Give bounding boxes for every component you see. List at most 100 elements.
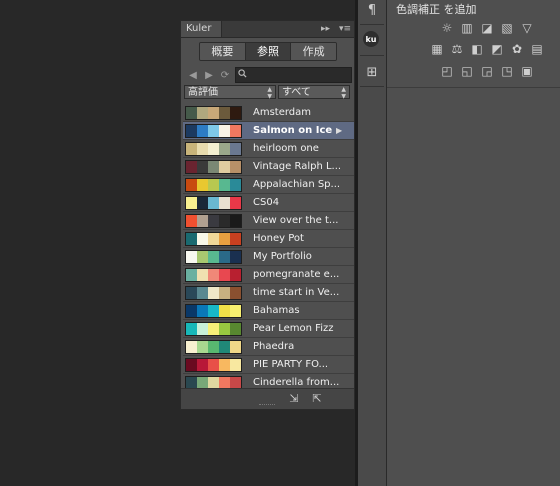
selective-color-glyph: ▣ — [521, 64, 533, 78]
curves-glyph: ◪ — [481, 21, 493, 35]
color-balance-icon[interactable]: ⚖ — [447, 40, 467, 58]
color-swatch — [230, 197, 241, 209]
selective-color-icon[interactable]: ▣ — [517, 62, 537, 80]
photo-filter-icon[interactable]: ◩ — [487, 40, 507, 58]
panel-menu-button[interactable]: ▾≡ — [339, 21, 351, 37]
kuler-panel: Kuler ▸▸ ▾≡ 概要 参照 作成 ◀ ▶ ⟳ 高評価 ▲ ▼ すべて ▲ ▼… — [180, 20, 355, 410]
color-swatch — [219, 359, 230, 371]
color-swatch — [208, 323, 219, 335]
color-swatch — [219, 233, 230, 245]
collapse-panel-button[interactable]: ▸▸ — [321, 21, 330, 37]
theme-row[interactable]: Appalachian Sp... — [183, 176, 354, 194]
time-dropdown[interactable]: すべて ▲ ▼ — [278, 85, 350, 100]
color-swatch — [197, 341, 208, 353]
color-swatch — [186, 251, 197, 263]
color-swatch — [230, 179, 241, 191]
vibrance-glyph: ▽ — [522, 21, 532, 35]
transform-icon[interactable]: ⊞ — [358, 62, 386, 82]
add-to-swatches-icon[interactable]: ⇲ — [286, 391, 302, 405]
theme-row[interactable]: Phaedra — [183, 338, 354, 356]
theme-swatches — [185, 340, 242, 354]
theme-row[interactable]: Bahamas — [183, 302, 354, 320]
theme-swatches — [185, 322, 242, 336]
color-swatch — [197, 287, 208, 299]
theme-swatches — [185, 214, 242, 228]
color-swatch — [186, 305, 197, 317]
invert-icon[interactable]: ◰ — [437, 62, 457, 80]
exposure-glyph: ▧ — [501, 21, 513, 35]
back-icon[interactable]: ◀ — [185, 67, 201, 83]
theme-name: Salmon on Ice — [253, 125, 333, 136]
sort-dropdown[interactable]: 高評価 ▲ ▼ — [184, 85, 276, 100]
channel-mixer-icon[interactable]: ✿ — [507, 40, 527, 58]
kuler-tab[interactable]: Kuler — [181, 21, 223, 37]
theme-row[interactable]: CS04 — [183, 194, 354, 212]
theme-name: Appalachian Sp... — [253, 179, 341, 190]
color-swatch — [219, 143, 230, 155]
theme-swatches — [185, 286, 242, 300]
tab-create[interactable]: 作成 — [291, 43, 336, 60]
save-theme-icon[interactable]: ⇱ — [309, 391, 325, 405]
color-swatch — [230, 251, 241, 263]
color-swatch — [197, 251, 208, 263]
color-swatch — [186, 323, 197, 335]
color-lookup-icon[interactable]: ▤ — [527, 40, 547, 58]
tab-overview[interactable]: 概要 — [200, 43, 246, 60]
tab-browse[interactable]: 参照 — [245, 43, 292, 60]
theme-row[interactable]: View over the t... — [183, 212, 354, 230]
curves-icon[interactable]: ◪ — [477, 19, 497, 37]
vibrance-icon[interactable]: ▽ — [517, 19, 537, 37]
black-white-icon[interactable]: ◧ — [467, 40, 487, 58]
theme-row[interactable]: Salmon on Ice ▶ — [183, 122, 354, 140]
color-swatch — [230, 107, 241, 119]
color-swatch — [186, 233, 197, 245]
theme-row[interactable]: pomegranate e... — [183, 266, 354, 284]
gradient-map-icon[interactable]: ◳ — [497, 62, 517, 80]
theme-row[interactable]: Vintage Ralph L... — [183, 158, 354, 176]
kuler-icon[interactable]: ku — [363, 31, 379, 47]
exposure-icon[interactable]: ▧ — [497, 19, 517, 37]
expand-arrow-icon[interactable]: ▶ — [336, 122, 342, 139]
theme-row[interactable]: Amsterdam — [183, 104, 354, 122]
dropdown-arrows-icon: ▲ ▼ — [267, 86, 272, 100]
paragraph-icon[interactable]: ¶ — [358, 0, 386, 20]
color-swatch — [197, 161, 208, 173]
theme-row[interactable]: Pear Lemon Fizz — [183, 320, 354, 338]
adjustments-row-1: ☼ ▥ ◪ ▧ ▽ — [437, 19, 537, 37]
dropdown-arrows-icon: ▲ ▼ — [341, 86, 346, 100]
adjustments-row-3: ◰ ◱ ◲ ◳ ▣ — [437, 62, 537, 80]
theme-row[interactable]: heirloom one — [183, 140, 354, 158]
channel-mixer-glyph: ✿ — [511, 42, 523, 56]
theme-name: pomegranate e... — [253, 269, 340, 280]
posterize-icon[interactable]: ◱ — [457, 62, 477, 80]
levels-icon[interactable]: ▥ — [457, 19, 477, 37]
resize-grip[interactable] — [259, 404, 275, 408]
brightness-icon[interactable]: ☼ — [437, 19, 457, 37]
color-swatch — [208, 107, 219, 119]
color-swatch — [197, 197, 208, 209]
color-swatch — [186, 269, 197, 281]
color-lookup-glyph: ▤ — [531, 42, 543, 56]
kuler-badge-text: ku — [365, 34, 377, 44]
theme-name: Bahamas — [253, 305, 300, 316]
color-swatch — [230, 161, 241, 173]
theme-row[interactable]: My Portfolio — [183, 248, 354, 266]
color-swatch — [186, 287, 197, 299]
theme-swatches — [185, 178, 242, 192]
theme-row[interactable]: time start in Ve... — [183, 284, 354, 302]
refresh-icon[interactable]: ⟳ — [217, 67, 233, 83]
forward-icon[interactable]: ▶ — [201, 67, 217, 83]
theme-name: Vintage Ralph L... — [253, 161, 342, 172]
theme-row[interactable]: Honey Pot — [183, 230, 354, 248]
invert-glyph: ◰ — [441, 64, 453, 78]
adjustments-title: 色調補正 を追加 — [396, 3, 477, 16]
hue-saturation-icon[interactable]: ▦ — [427, 40, 447, 58]
search-input[interactable] — [250, 68, 346, 82]
color-swatch — [219, 179, 230, 191]
color-swatch — [219, 251, 230, 263]
threshold-icon[interactable]: ◲ — [477, 62, 497, 80]
color-swatch — [219, 161, 230, 173]
color-swatch — [230, 341, 241, 353]
theme-row[interactable]: PIE PARTY FO... — [183, 356, 354, 374]
theme-swatches — [185, 304, 242, 318]
